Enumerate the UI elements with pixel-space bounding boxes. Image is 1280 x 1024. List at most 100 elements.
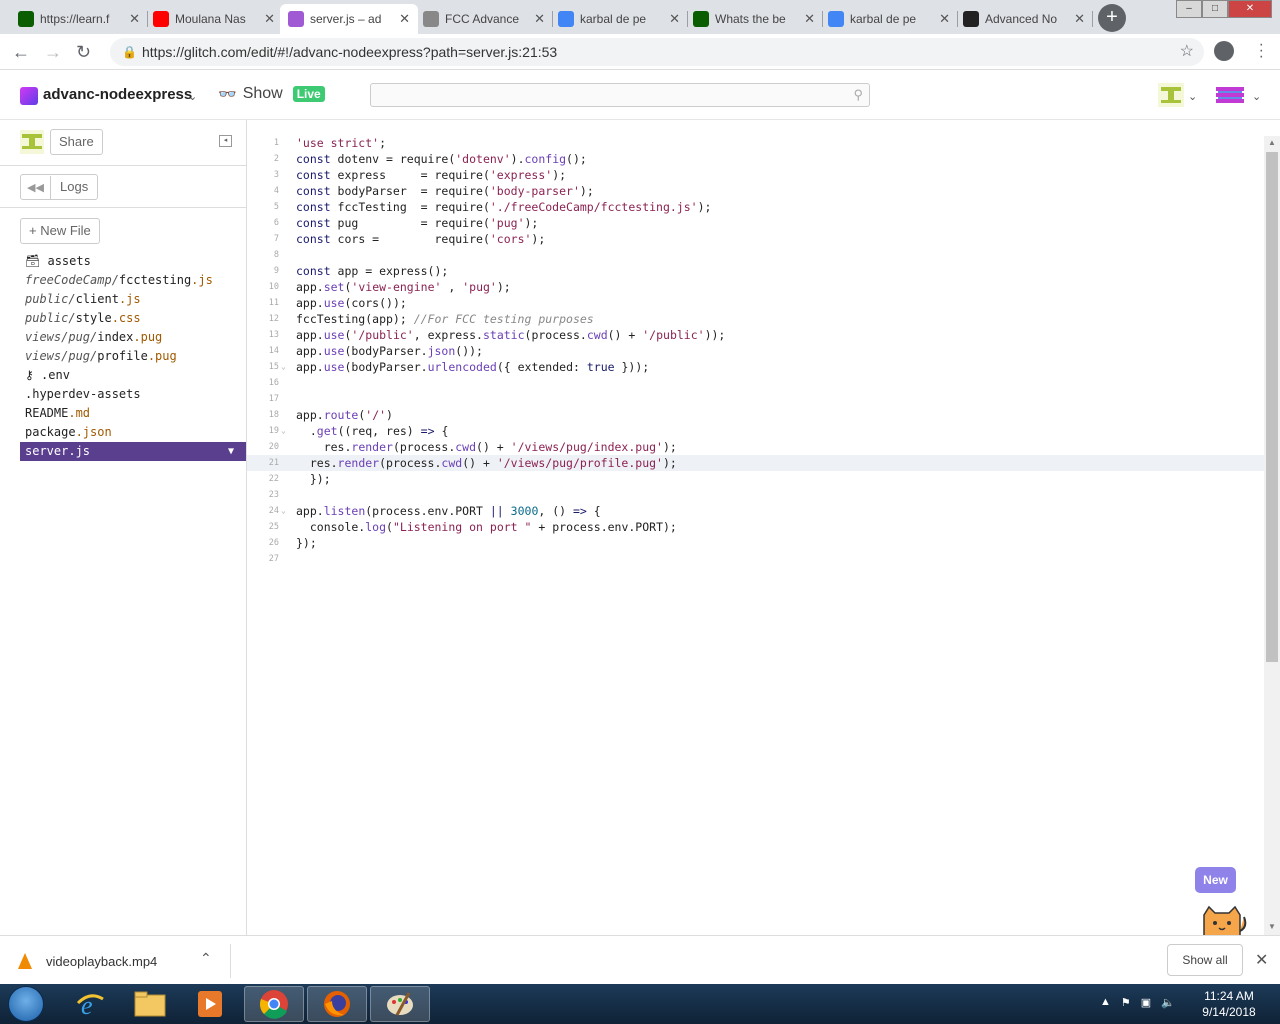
close-tab-icon[interactable]: ✕ bbox=[129, 11, 140, 27]
internet-explorer-icon[interactable]: e bbox=[60, 986, 120, 1022]
close-tab-icon[interactable]: ✕ bbox=[399, 11, 410, 27]
paint-icon[interactable] bbox=[370, 986, 430, 1022]
code-line[interactable]: 19 ⌄ .get((req, res) => { bbox=[247, 423, 1264, 439]
file-item[interactable]: views/pug/index.pug bbox=[20, 328, 246, 347]
new-file-button[interactable]: + New File bbox=[20, 218, 100, 244]
download-item[interactable]: videoplayback.mp4 bbox=[18, 953, 157, 969]
scroll-down-icon[interactable]: ▼ bbox=[1268, 922, 1276, 931]
collapse-sidebar-icon[interactable]: ◂ bbox=[219, 135, 232, 147]
code-line[interactable]: 10 app.set('view-engine' , 'pug'); bbox=[247, 279, 1264, 295]
show-button[interactable]: 👓 Show Live bbox=[218, 85, 325, 103]
code-line[interactable]: 14 app.use(bodyParser.json()); bbox=[247, 343, 1264, 359]
user-avatar-icon[interactable] bbox=[1214, 83, 1246, 107]
file-options-chevron-icon[interactable]: ▼ bbox=[228, 442, 234, 461]
code-line[interactable]: 3 const express = require('express'); bbox=[247, 167, 1264, 183]
code-line[interactable]: 2 const dotenv = require('dotenv').config… bbox=[247, 151, 1264, 167]
code-line[interactable]: 22 }); bbox=[247, 471, 1264, 487]
minimize-button[interactable]: – bbox=[1176, 0, 1202, 18]
share-button[interactable]: Share bbox=[50, 129, 103, 155]
file-item[interactable]: package.json bbox=[20, 423, 246, 442]
project-name[interactable]: advanc-nodeexpress bbox=[43, 86, 192, 103]
file-item[interactable]: .hyperdev-assets bbox=[20, 385, 246, 404]
start-button[interactable] bbox=[8, 986, 44, 1022]
browser-tab[interactable]: karbal de pe ✕ bbox=[820, 4, 958, 34]
browser-tab[interactable]: Advanced No ✕ bbox=[955, 4, 1093, 34]
code-line[interactable]: 6 const pug = require('pug'); bbox=[247, 215, 1264, 231]
chevron-up-icon[interactable]: ⌃ bbox=[200, 950, 212, 967]
browser-menu-icon[interactable]: · · · bbox=[1259, 37, 1264, 65]
team-avatar-icon[interactable] bbox=[20, 130, 44, 154]
maximize-button[interactable]: □ bbox=[1202, 0, 1228, 18]
code-line[interactable]: 13 app.use('/public', express.static(proc… bbox=[247, 327, 1264, 343]
window-close-button[interactable]: ✕ bbox=[1228, 0, 1272, 18]
code-line[interactable]: 26}); bbox=[247, 535, 1264, 551]
close-tab-icon[interactable]: ✕ bbox=[804, 11, 815, 27]
show-all-button[interactable]: Show all bbox=[1167, 944, 1243, 976]
code-line[interactable]: 1 'use strict'; bbox=[247, 135, 1264, 151]
taskbar-clock[interactable]: 11:24 AM 9/14/2018 bbox=[1196, 988, 1262, 1020]
code-line[interactable]: 8 bbox=[247, 247, 1264, 263]
file-item[interactable]: 🗃 assets bbox=[20, 252, 246, 271]
project-logo-icon[interactable] bbox=[20, 87, 38, 105]
close-tab-icon[interactable]: ✕ bbox=[534, 11, 545, 27]
fold-chevron-icon[interactable]: ⌄ bbox=[281, 423, 286, 439]
fold-chevron-icon[interactable]: ⌄ bbox=[281, 503, 286, 519]
browser-tab[interactable]: Moulana Nas ✕ bbox=[145, 4, 283, 34]
file-item[interactable]: ⚷ .env bbox=[20, 366, 246, 385]
file-item[interactable]: public/style.css bbox=[20, 309, 246, 328]
close-tab-icon[interactable]: ✕ bbox=[1074, 11, 1085, 27]
tray-expand-icon[interactable]: ▲ bbox=[1100, 996, 1111, 1009]
editor-scrollbar[interactable]: ▲ ▼ bbox=[1264, 136, 1280, 935]
fold-chevron-icon[interactable]: ⌄ bbox=[281, 359, 286, 375]
search-input[interactable]: ⚲ bbox=[370, 83, 870, 107]
url-input[interactable]: 🔒 https://glitch.com/edit/#!/advanc-node… bbox=[110, 38, 1204, 66]
code-line[interactable]: 15 ⌄ app.use(bodyParser.urlencoded({ exten… bbox=[247, 359, 1264, 375]
code-editor[interactable]: 1 'use strict'; 2 const dotenv = require('d… bbox=[247, 130, 1264, 935]
close-icon[interactable]: ✕ bbox=[1255, 950, 1268, 970]
reload-icon[interactable]: ↻ bbox=[76, 42, 91, 63]
browser-tab[interactable]: https://learn.f ✕ bbox=[10, 4, 148, 34]
firefox-icon[interactable] bbox=[307, 986, 367, 1022]
scroll-up-icon[interactable]: ▲ bbox=[1268, 138, 1276, 147]
media-player-icon[interactable] bbox=[180, 986, 240, 1022]
cat-mascot-icon[interactable] bbox=[1200, 903, 1248, 937]
action-center-flag-icon[interactable]: ⚑ bbox=[1121, 996, 1131, 1009]
logs-button[interactable]: ◀◀ Logs bbox=[20, 174, 99, 200]
browser-tab[interactable]: FCC Advance ✕ bbox=[415, 4, 553, 34]
chevron-down-icon[interactable]: ⌄ bbox=[188, 90, 197, 103]
code-line[interactable]: 9 const app = express(); bbox=[247, 263, 1264, 279]
code-line[interactable]: 5 const fccTesting = require('./freeCodeC… bbox=[247, 199, 1264, 215]
scrollbar-thumb[interactable] bbox=[1266, 152, 1278, 662]
new-badge[interactable]: New bbox=[1195, 867, 1236, 893]
team-avatar-icon[interactable] bbox=[1158, 83, 1184, 107]
code-line[interactable]: 27 bbox=[247, 551, 1264, 567]
file-item[interactable]: views/pug/profile.pug bbox=[20, 347, 246, 366]
chevron-down-icon[interactable]: ⌄ bbox=[1188, 90, 1197, 103]
chevron-down-icon[interactable]: ⌄ bbox=[1252, 90, 1261, 103]
bookmark-star-icon[interactable]: ☆ bbox=[1180, 38, 1194, 66]
code-line[interactable]: 4 const bodyParser = require('body-parser… bbox=[247, 183, 1264, 199]
code-line[interactable]: 20 res.render(process.cwd() + '/views/pu… bbox=[247, 439, 1264, 455]
code-line[interactable]: 23 bbox=[247, 487, 1264, 503]
code-line[interactable]: 24 ⌄ app.listen(process.env.PORT || 3000, … bbox=[247, 503, 1264, 519]
close-tab-icon[interactable]: ✕ bbox=[669, 11, 680, 27]
code-line[interactable]: 18 app.route('/') bbox=[247, 407, 1264, 423]
file-item[interactable]: freeCodeCamp/fcctesting.js bbox=[20, 271, 246, 290]
close-tab-icon[interactable]: ✕ bbox=[939, 11, 950, 27]
code-line[interactable]: 11 app.use(cors()); bbox=[247, 295, 1264, 311]
close-tab-icon[interactable]: ✕ bbox=[264, 11, 275, 27]
browser-tab[interactable]: karbal de pe ✕ bbox=[550, 4, 688, 34]
code-line[interactable]: 7 const cors = require('cors'); bbox=[247, 231, 1264, 247]
code-line[interactable]: 17 bbox=[247, 391, 1264, 407]
browser-tab[interactable]: server.js – ad ✕ bbox=[280, 4, 418, 34]
volume-icon[interactable]: 🔈 bbox=[1161, 996, 1175, 1009]
code-line[interactable]: 16 bbox=[247, 375, 1264, 391]
browser-tab[interactable]: Whats the be ✕ bbox=[685, 4, 823, 34]
chrome-taskbar-icon[interactable] bbox=[244, 986, 304, 1022]
code-line[interactable]: 25 console.log("Listening on port " + pr… bbox=[247, 519, 1264, 535]
code-line[interactable]: 12 fccTesting(app); //For FCC testing pur… bbox=[247, 311, 1264, 327]
file-item[interactable]: README.md bbox=[20, 404, 246, 423]
file-item[interactable]: public/client.js bbox=[20, 290, 246, 309]
back-icon[interactable]: ← bbox=[12, 42, 30, 63]
file-item[interactable]: server.js ▼ bbox=[20, 442, 246, 461]
